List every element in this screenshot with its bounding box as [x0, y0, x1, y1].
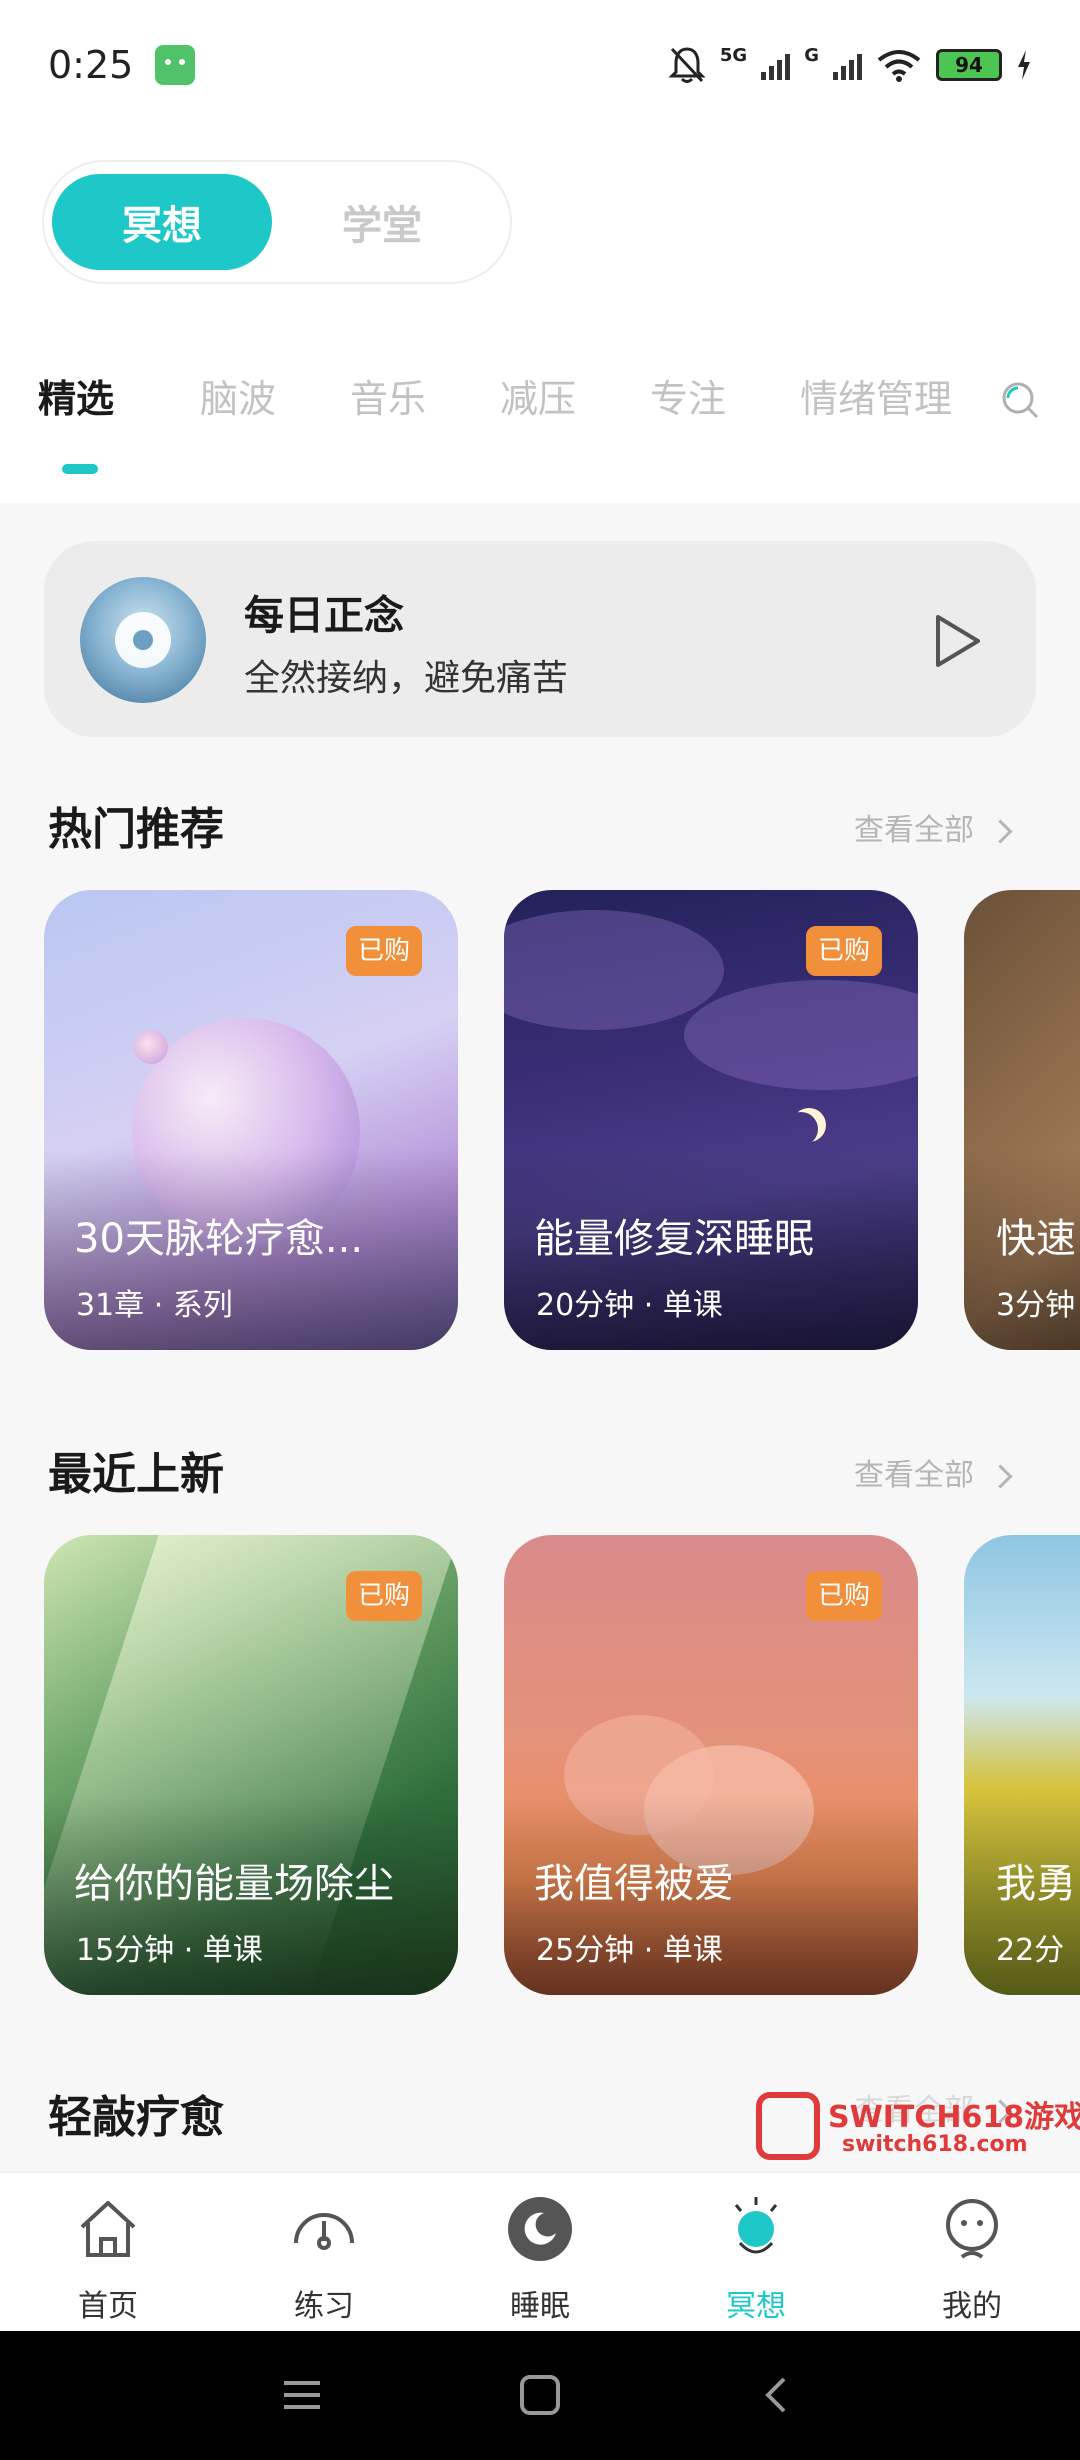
section-title-hot: 热门推荐: [48, 804, 224, 855]
mute-bell-icon: [668, 47, 706, 83]
nav-profile-label: 我的: [942, 2289, 1002, 2324]
wifi-icon: [877, 50, 921, 82]
moon-icon: [508, 2197, 572, 2261]
mode-toggle: 冥想 学堂: [42, 160, 512, 284]
daily-cover-image: [80, 577, 206, 703]
small-orb-image: [134, 1030, 168, 1064]
daily-mindfulness-card[interactable]: 每日正念 全然接纳，避免痛苦: [44, 541, 1036, 737]
status-bar: 0:25 5G G 94: [0, 0, 1080, 130]
status-time: 0:25: [48, 43, 134, 87]
status-icons: 5G G 94: [668, 45, 1032, 85]
profile-icon: [946, 2199, 998, 2259]
android-icon: [155, 45, 196, 85]
mode-academy-button[interactable]: 学堂: [272, 174, 492, 270]
daily-subtitle: 全然接纳，避免痛苦: [244, 658, 569, 699]
hot-card-1[interactable]: 已购 30天脉轮疗愈... 31章 · 系列: [44, 890, 458, 1350]
card-meta: 15分钟 · 单课: [76, 1933, 263, 1968]
card-title: 我勇: [996, 1861, 1076, 1907]
network-g-label: G: [804, 45, 819, 66]
new-card-3[interactable]: 我勇 22分: [964, 1535, 1080, 1995]
purchased-badge: 已购: [806, 926, 882, 976]
music-disc-icon: [115, 612, 171, 668]
new-card-1[interactable]: 已购 给你的能量场除尘 15分钟 · 单课: [44, 1535, 458, 1995]
card-meta: 3分钟: [996, 1288, 1076, 1323]
hot-card-3[interactable]: 快速 3分钟: [964, 890, 1080, 1350]
purchased-badge: 已购: [806, 1571, 882, 1621]
nav-sleep-label: 睡眠: [510, 2289, 570, 2324]
content-area: 每日正念 全然接纳，避免痛苦 热门推荐 查看全部 已购 30天脉轮疗愈... 3…: [0, 503, 1080, 2171]
nav-sleep[interactable]: 睡眠: [470, 2173, 610, 2333]
purchased-badge: 已购: [346, 1571, 422, 1621]
see-all-hot-link[interactable]: 查看全部: [854, 805, 1009, 849]
card-meta: 22分: [996, 1933, 1065, 1968]
charging-icon: [1018, 50, 1030, 80]
tab-music[interactable]: 音乐: [350, 368, 426, 423]
tab-indicator: [62, 464, 98, 474]
signal-icon-1: [761, 50, 791, 80]
search-icon[interactable]: [1000, 380, 1040, 420]
moon-image: [784, 1112, 818, 1146]
mode-meditation-button[interactable]: 冥想: [52, 174, 272, 270]
bottom-nav: 首页 练习 睡眠 冥想 我的: [0, 2171, 1080, 2331]
purchased-badge: 已购: [346, 926, 422, 976]
category-tabs: 精选 脑波 音乐 减压 专注 情绪管理: [0, 368, 1080, 488]
new-card-2[interactable]: 已购 我值得被爱 25分钟 · 单课: [504, 1535, 918, 1995]
cloud-image: [684, 980, 918, 1090]
tab-brainwave[interactable]: 脑波: [200, 368, 276, 423]
menu-icon[interactable]: [280, 2375, 324, 2415]
card-title: 能量修复深睡眠: [534, 1216, 814, 1262]
section-title-healing: 轻敲疗愈: [48, 2092, 224, 2143]
cloud-image: [504, 910, 724, 1030]
card-title: 快速: [996, 1216, 1076, 1262]
nav-practice-label: 练习: [294, 2289, 354, 2324]
nav-meditation-label: 冥想: [726, 2289, 786, 2324]
section-title-new: 最近上新: [48, 1449, 224, 1500]
switch-logo-icon: [756, 2092, 820, 2160]
hot-card-2[interactable]: 已购 能量修复深睡眠 20分钟 · 单课: [504, 890, 918, 1350]
watermark-title: SWITCH618游戏: [828, 2100, 1080, 2135]
tab-focus[interactable]: 专注: [650, 368, 726, 423]
card-title: 我值得被爱: [534, 1861, 734, 1907]
gauge-icon: [294, 2213, 354, 2250]
play-icon[interactable]: [928, 611, 984, 671]
card-meta: 25分钟 · 单课: [536, 1933, 723, 1968]
back-icon[interactable]: [756, 2375, 800, 2415]
daily-title: 每日正念: [244, 593, 404, 639]
watermark-url: switch618.com: [842, 2132, 1028, 2157]
see-all-new-link[interactable]: 查看全部: [854, 1450, 1009, 1494]
signal-icon-2: [833, 50, 862, 80]
nav-home[interactable]: 首页: [38, 2173, 178, 2333]
nav-meditation[interactable]: 冥想: [686, 2173, 826, 2333]
card-title: 30天脉轮疗愈...: [74, 1216, 364, 1262]
home-icon: [80, 2201, 136, 2257]
tab-featured[interactable]: 精选: [38, 368, 114, 423]
home-square-icon[interactable]: [518, 2375, 562, 2415]
system-nav-bar: [0, 2331, 1080, 2460]
card-title: 给你的能量场除尘: [74, 1861, 394, 1907]
meditation-icon: [734, 2197, 778, 2254]
battery-icon: 94: [936, 49, 1002, 81]
card-meta: 20分钟 · 单课: [536, 1288, 723, 1323]
nav-profile[interactable]: 我的: [902, 2173, 1042, 2333]
tab-stress-relief[interactable]: 减压: [500, 368, 576, 423]
nav-practice[interactable]: 练习: [254, 2173, 394, 2333]
tab-emotion-management[interactable]: 情绪管理: [800, 368, 952, 423]
nav-home-label: 首页: [78, 2289, 138, 2324]
network-5g-label: 5G: [719, 45, 748, 66]
card-meta: 31章 · 系列: [76, 1288, 233, 1323]
watermark: SWITCH618游戏 switch618.com: [752, 2086, 1080, 2166]
